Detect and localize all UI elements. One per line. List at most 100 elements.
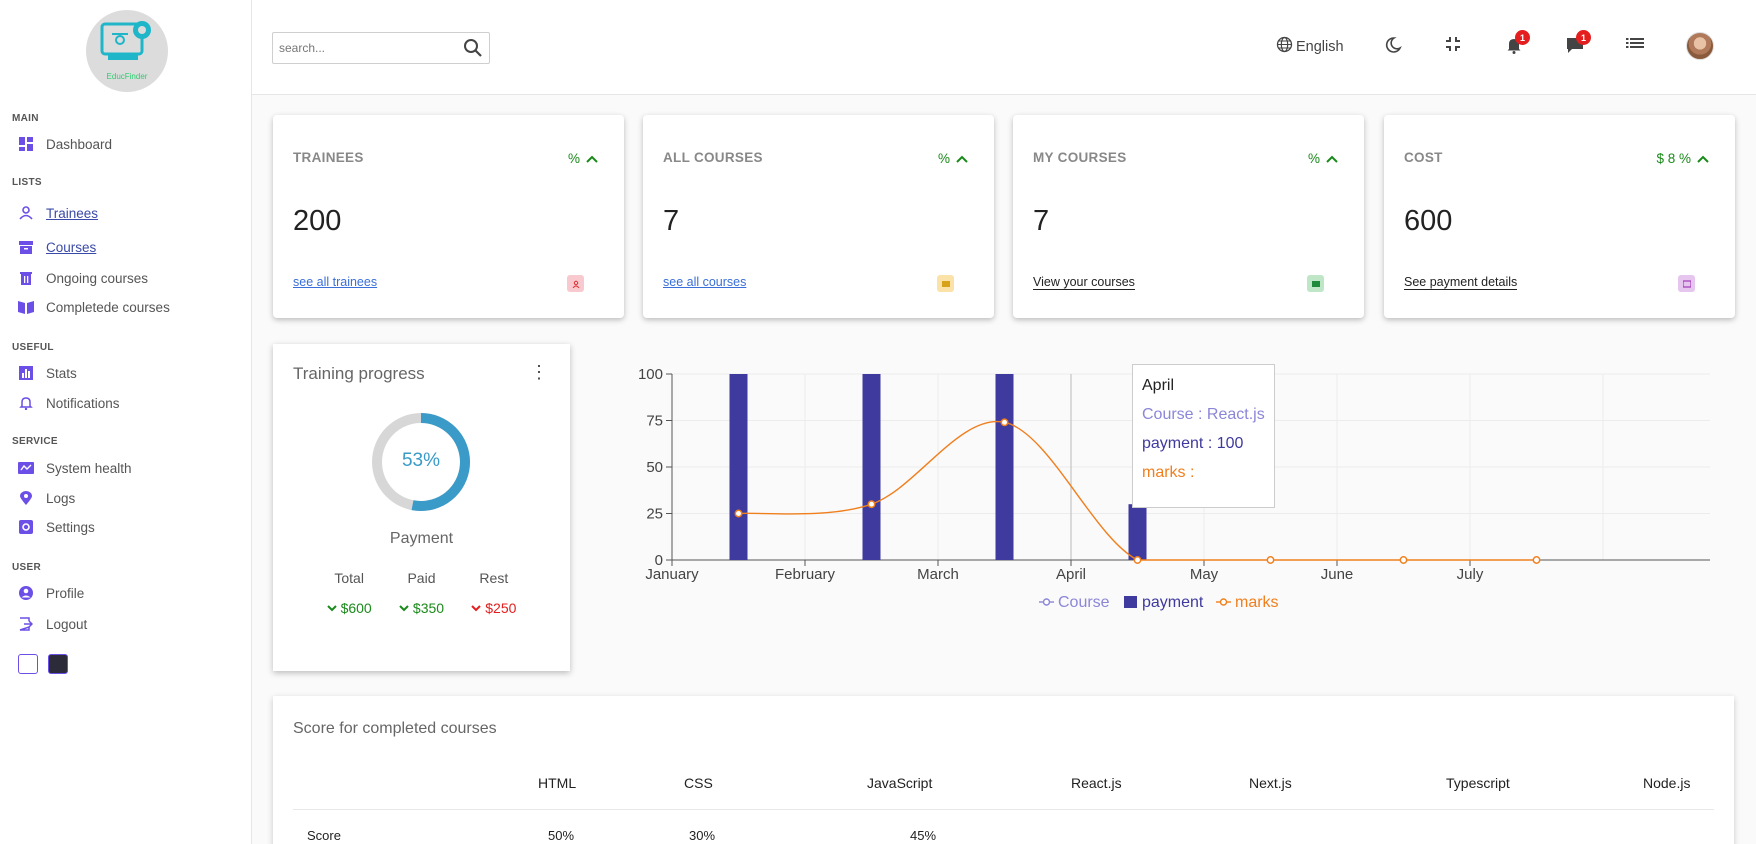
y-tick-label: 50 <box>646 459 663 476</box>
dashboard-app: EducFinder MAIN Dashboard LISTS Trainees… <box>0 0 1756 844</box>
logo[interactable]: EducFinder <box>86 10 168 92</box>
tooltip-course: Course : React.js <box>1142 406 1265 423</box>
y-tick-label: 75 <box>646 413 663 430</box>
tooltip-marks: marks : <box>1142 464 1195 481</box>
card-value: 200 <box>293 205 342 237</box>
language-selector[interactable]: English <box>1276 36 1344 57</box>
rest-value: $250 <box>458 600 530 616</box>
dark-mode-button[interactable] <box>1384 36 1402 58</box>
fullscreen-exit-button[interactable] <box>1445 36 1461 56</box>
book-icon <box>1307 275 1324 292</box>
card-title: ALL COURSES <box>663 150 763 165</box>
sidebar-item-profile[interactable]: Profile <box>18 583 84 603</box>
section-useful: USEFUL <box>12 342 54 353</box>
training-progress-card: Training progress ⋮ 53% Payment Total Pa… <box>273 344 570 671</box>
sidebar-item-ongoing-courses[interactable]: Ongoing courses <box>18 268 148 288</box>
dashboard-icon <box>18 136 34 152</box>
sidebar-item-label: Notifications <box>46 395 120 411</box>
search-icon[interactable] <box>463 38 483 63</box>
card-percent: $ 8 % <box>1656 151 1709 166</box>
legend-marker-Course <box>1042 598 1051 606</box>
x-tick-label: January <box>645 566 699 583</box>
sidebar-item-stats[interactable]: Stats <box>18 363 77 383</box>
progress-percent: 53% <box>401 450 441 471</box>
avatar[interactable] <box>1686 32 1714 60</box>
sidebar-item-label: Settings <box>46 519 95 535</box>
sidebar-item-notifications[interactable]: Notifications <box>18 393 120 413</box>
sidebar-item-label: Completede courses <box>46 299 170 315</box>
archive-icon <box>937 275 954 292</box>
see-all-trainees-link[interactable]: see all trainees <box>293 275 377 289</box>
notification-badge: 1 <box>1515 30 1530 45</box>
gear-icon <box>18 519 34 535</box>
chevron-up-icon <box>586 155 598 163</box>
x-tick-label: May <box>1190 566 1219 583</box>
column-header: JavaScript <box>867 775 933 791</box>
total-value: $600 <box>313 600 385 616</box>
fullscreen-exit-icon <box>1445 36 1461 56</box>
notifications-button[interactable]: 1 <box>1505 30 1530 58</box>
legend-marker-marks <box>1219 598 1228 606</box>
view-your-courses-link[interactable]: View your courses <box>1033 275 1135 290</box>
card-percent: % <box>1308 151 1338 166</box>
sidebar-item-courses[interactable]: Courses <box>18 237 96 257</box>
more-options-icon[interactable]: ⋮ <box>530 363 548 381</box>
score-cell: 50% <box>548 828 575 843</box>
legend-label: Course <box>1058 594 1110 611</box>
score-table: HTML CSS JavaScript React.js Next.js Typ… <box>293 756 1714 844</box>
sidebar-item-logout[interactable]: Logout <box>18 614 87 634</box>
list-icon <box>1626 36 1644 54</box>
sidebar-item-label: Logs <box>46 490 76 506</box>
language-label: English <box>1296 38 1344 55</box>
x-tick-label: June <box>1321 566 1354 583</box>
search-input[interactable] <box>273 34 453 62</box>
sidebar-item-label: Courses <box>46 239 97 255</box>
sidebar-item-settings[interactable]: Settings <box>18 517 95 537</box>
chevron-up-icon <box>1697 155 1709 163</box>
moon-icon <box>1384 36 1402 58</box>
progress-caption: Payment <box>389 530 454 547</box>
sidebar-item-dashboard[interactable]: Dashboard <box>18 134 112 154</box>
user-icon <box>18 205 34 221</box>
menu-list-button[interactable] <box>1626 36 1644 54</box>
rest-header: Rest <box>479 570 509 586</box>
score-cell: 45% <box>910 828 937 843</box>
marks-point <box>1532 556 1541 564</box>
card-value: 600 <box>1404 205 1453 237</box>
chevron-up-icon <box>956 155 968 163</box>
user-icon <box>567 275 584 292</box>
column-header: React.js <box>1071 775 1122 791</box>
marks-point <box>867 500 876 509</box>
dark-theme-toggle[interactable] <box>48 654 68 674</box>
tooltip-title: April <box>1142 377 1175 394</box>
sidebar-item-label: Dashboard <box>46 136 113 152</box>
card-value: 7 <box>1033 205 1050 237</box>
paid-value: $350 <box>385 600 457 616</box>
card-percent-label: $ 8 % <box>1656 151 1691 166</box>
total-header: Total <box>334 570 364 586</box>
light-theme-toggle[interactable] <box>18 654 38 674</box>
card-value: 7 <box>663 205 680 237</box>
sidebar-item-label: Trainees <box>46 205 99 221</box>
monitor-icon <box>18 460 34 476</box>
sidebar-item-label: Profile <box>46 585 85 601</box>
legend-swatch-payment <box>1124 596 1137 608</box>
rest-amount: $250 <box>485 600 517 616</box>
legend-label: marks <box>1235 594 1279 611</box>
sidebar-item-trainees[interactable]: Trainees <box>18 203 98 223</box>
legend-label: payment <box>1142 594 1204 611</box>
tooltip-payment: payment : 100 <box>1142 435 1244 452</box>
chart-tooltip: April Course : React.js payment : 100 ma… <box>1132 364 1275 508</box>
sidebar-item-completed-courses[interactable]: Completede courses <box>18 297 170 317</box>
progress-title: Training progress <box>293 364 425 383</box>
column-header: HTML <box>538 775 577 791</box>
see-payment-details-link[interactable]: See payment details <box>1404 275 1518 290</box>
sidebar-item-logs[interactable]: Logs <box>18 488 75 508</box>
section-lists: LISTS <box>12 177 42 188</box>
sidebar-item-system-health[interactable]: System health <box>18 458 132 478</box>
table-row: Score 50% 30% 45% <box>293 810 1714 844</box>
payment-bar <box>1128 504 1147 560</box>
chevron-down-icon <box>399 604 409 611</box>
see-all-courses-link[interactable]: see all courses <box>663 275 746 289</box>
messages-button[interactable]: 1 <box>1566 30 1591 58</box>
